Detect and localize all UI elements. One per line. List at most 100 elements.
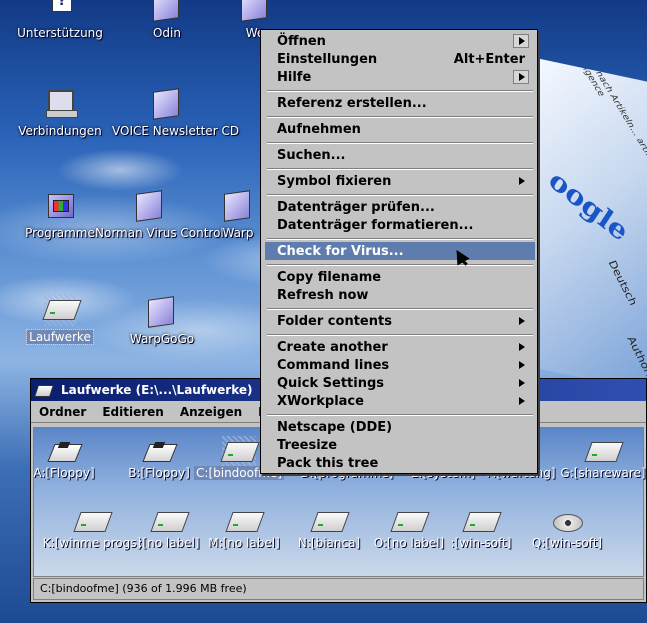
drive-label: :[win-soft]: [450, 536, 512, 550]
submenu-arrow-icon: [519, 343, 525, 351]
submenu-arrow-icon[interactable]: [513, 34, 529, 48]
desktop-icon-label: VOICE Newsletter CD: [112, 124, 240, 138]
menu-item-label: Datenträger prüfen...: [277, 199, 435, 215]
menu-item-label: Referenz erstellen...: [277, 95, 427, 111]
network-computer-icon: [44, 88, 78, 120]
status-bar: C:[bindoofme] (936 of 1.996 MB free): [33, 578, 644, 600]
submenu-arrow-icon[interactable]: [513, 70, 529, 84]
banner-side-text: Deutsch: [605, 258, 640, 307]
hard-drive-icon: [222, 436, 256, 466]
menu-separator: [267, 90, 533, 92]
folder-icon: [151, 0, 183, 22]
desktop-icon-verbindungen[interactable]: Verbindungen: [5, 88, 115, 138]
folder-icon: [222, 190, 254, 222]
drive-item-q[interactable]: Q:[win-soft]: [512, 506, 622, 550]
hard-drive-icon: [392, 506, 426, 536]
menu-item-suchen[interactable]: Suchen...: [265, 146, 535, 164]
menu-item-hilfe[interactable]: Hilfe: [265, 68, 535, 86]
menu-item-xworkplace[interactable]: XWorkplace: [265, 392, 535, 410]
help-book-icon: [44, 0, 76, 22]
menu-separator: [267, 168, 533, 170]
desktop-icon-unterstuetzung[interactable]: Unterstützung: [5, 0, 115, 40]
menu-item-einstellungen[interactable]: Einstellungen Alt+Enter: [265, 50, 535, 68]
desktop-icon-warpgogo[interactable]: WarpGoGo: [107, 296, 217, 346]
menu-separator: [267, 116, 533, 118]
menu-separator: [267, 334, 533, 336]
menu-separator: [267, 142, 533, 144]
menu-separator: [267, 414, 533, 416]
menu-item-label: Treesize: [277, 437, 338, 453]
drive-label: G:[shareware]: [560, 466, 646, 480]
menu-item-label: Refresh now: [277, 287, 369, 303]
menu-item-netscape-dde[interactable]: Netscape (DDE): [265, 418, 535, 436]
drive-label: M:[no label]: [208, 536, 280, 550]
menu-item-label: Hilfe: [277, 69, 312, 85]
drives-icon: [44, 294, 76, 326]
menu-item-refresh-now[interactable]: Refresh now: [265, 286, 535, 304]
menu-item-folder-contents[interactable]: Folder contents: [265, 312, 535, 330]
menu-editieren[interactable]: Editieren: [94, 405, 172, 419]
menu-item-oeffnen[interactable]: Öffnen: [265, 32, 535, 50]
menu-item-referenz-erstellen[interactable]: Referenz erstellen...: [265, 94, 535, 112]
window-title: Laufwerke (E:\...\Laufwerke): [61, 383, 253, 397]
drives-icon[interactable]: [35, 382, 53, 398]
submenu-arrow-icon: [519, 361, 525, 369]
hard-drive-icon: [312, 506, 346, 536]
submenu-arrow-icon: [519, 379, 525, 387]
folder-icon: [134, 190, 166, 222]
submenu-arrow-icon: [519, 397, 525, 405]
menu-item-label: Command lines: [277, 357, 390, 373]
menu-item-datentraeger-formatieren[interactable]: Datenträger formatieren...: [265, 216, 535, 234]
submenu-arrow-icon: [519, 317, 525, 325]
menu-item-copy-filename[interactable]: Copy filename: [265, 268, 535, 286]
menu-item-label: Symbol fixieren: [277, 173, 392, 189]
desktop-icon-label: Programme: [25, 226, 95, 240]
hard-drive-icon: [75, 506, 109, 536]
drive-item-g[interactable]: G:[shareware]: [548, 436, 647, 480]
folder-icon: [146, 296, 178, 328]
hard-drive-icon: [152, 506, 186, 536]
desktop-icon-label: Unterstützung: [17, 26, 103, 40]
desktop-icon-voice-newsletter[interactable]: VOICE Newsletter CD: [112, 88, 239, 138]
menu-ordner[interactable]: Ordner: [31, 405, 94, 419]
menu-item-aufnehmen[interactable]: Aufnehmen: [265, 120, 535, 138]
menu-item-accelerator: Alt+Enter: [453, 51, 525, 67]
folder-icon: [239, 0, 271, 22]
floppy-drive-icon: [47, 436, 81, 466]
menu-item-label: Netscape (DDE): [277, 419, 393, 435]
menu-item-pack-this-tree[interactable]: Pack this tree: [265, 454, 535, 472]
menu-item-quick-settings[interactable]: Quick Settings: [265, 374, 535, 392]
menu-item-label: Copy filename: [277, 269, 382, 285]
menu-item-create-another[interactable]: Create another: [265, 338, 535, 356]
menu-item-label: Datenträger formatieren...: [277, 217, 474, 233]
folder-icon: [151, 88, 183, 120]
menu-item-label: Suchen...: [277, 147, 346, 163]
menu-item-label: Pack this tree: [277, 455, 379, 471]
context-menu: Öffnen Einstellungen Alt+Enter Hilfe Refe…: [260, 29, 538, 474]
web-page-banner: Suche nach Artikeln... artificial intell…: [538, 58, 647, 392]
drive-label: A:[Floppy]: [33, 466, 95, 480]
floppy-drive-icon: [142, 436, 176, 466]
banner-top-text: Suche nach Artikeln... artificial intell…: [567, 58, 647, 175]
desktop-icon-label: Odin: [152, 26, 181, 40]
menu-item-label: Quick Settings: [277, 375, 385, 391]
desktop-icon-laufwerke[interactable]: Laufwerke: [25, 294, 95, 345]
menu-separator: [267, 238, 533, 240]
menu-item-treesize[interactable]: Treesize: [265, 436, 535, 454]
programs-folder-icon: [44, 190, 76, 222]
menu-item-check-for-virus[interactable]: Check for Virus...: [265, 242, 535, 260]
desktop-icon-label: Warp: [222, 226, 254, 240]
menu-separator: [267, 194, 533, 196]
desktop-icon-norman-virus-control[interactable]: Norman Virus Control: [95, 190, 224, 240]
menu-item-label: XWorkplace: [277, 393, 364, 409]
menu-separator: [267, 264, 533, 266]
menu-anzeigen[interactable]: Anzeigen: [172, 405, 250, 419]
menu-item-datentraeger-pruefen[interactable]: Datenträger prüfen...: [265, 198, 535, 216]
menu-item-command-lines[interactable]: Command lines: [265, 356, 535, 374]
desktop-icon-warp[interactable]: Warp: [208, 190, 268, 240]
hard-drive-icon: [464, 506, 498, 536]
drive-item-a[interactable]: A:[Floppy]: [9, 436, 119, 480]
desktop-icon-label: Norman Virus Control: [95, 226, 224, 240]
menu-item-symbol-fixieren[interactable]: Symbol fixieren: [265, 172, 535, 190]
menu-separator: [267, 308, 533, 310]
